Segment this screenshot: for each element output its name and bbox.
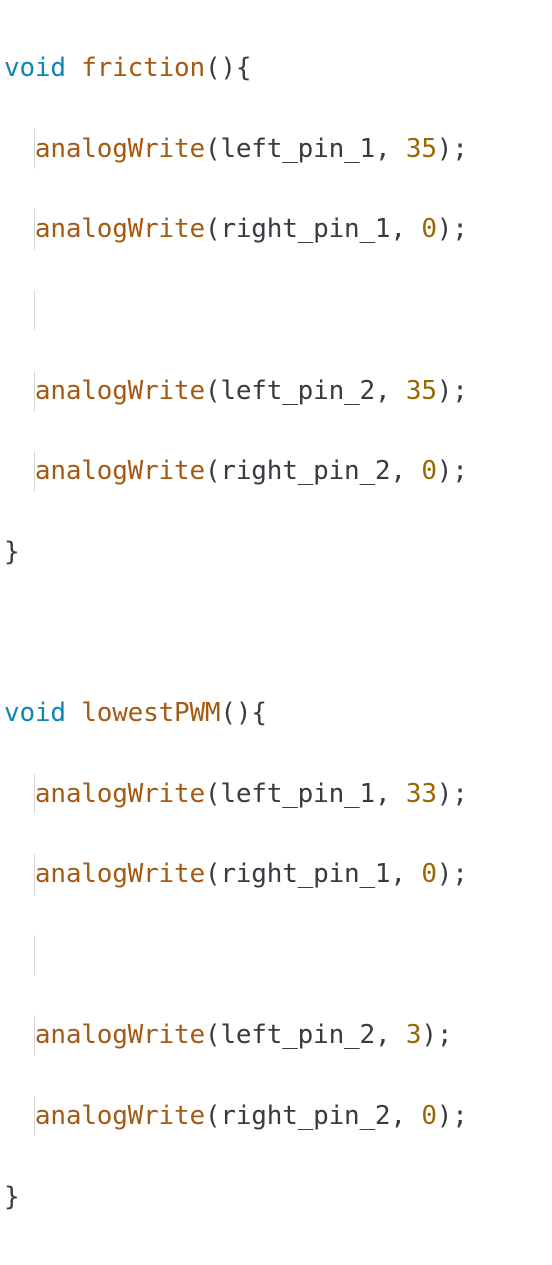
number-literal: 35 bbox=[406, 376, 437, 406]
comma: , bbox=[375, 779, 390, 809]
paren-open: ( bbox=[205, 1020, 220, 1050]
semicolon: ; bbox=[452, 376, 467, 406]
code-line: analogWrite(right_pin_2, 0); bbox=[4, 1096, 548, 1136]
code-line-blank bbox=[4, 612, 548, 652]
brace-close: } bbox=[4, 1182, 19, 1212]
number-literal: 35 bbox=[406, 134, 437, 164]
code-snippet: void friction(){ analogWrite(left_pin_1,… bbox=[4, 8, 548, 1257]
code-line: } bbox=[4, 1177, 548, 1217]
identifier: right_pin_1 bbox=[220, 214, 390, 244]
paren-open: ( bbox=[205, 134, 220, 164]
code-line: analogWrite(right_pin_2, 0); bbox=[4, 451, 548, 491]
indent-guide bbox=[34, 129, 35, 169]
indent-guide bbox=[34, 1096, 35, 1136]
comma: , bbox=[375, 134, 390, 164]
indent-guide bbox=[34, 451, 35, 491]
comma: , bbox=[390, 1101, 405, 1131]
semicolon: ; bbox=[452, 1101, 467, 1131]
paren-close: ) bbox=[236, 698, 251, 728]
paren-close: ) bbox=[421, 1020, 436, 1050]
semicolon: ; bbox=[452, 134, 467, 164]
keyword-type: void bbox=[4, 53, 66, 83]
code-line: void lowestPWM(){ bbox=[4, 693, 548, 733]
function-call: analogWrite bbox=[35, 779, 205, 809]
code-line: analogWrite(left_pin_1, 33); bbox=[4, 774, 548, 814]
indent-guide bbox=[34, 774, 35, 814]
semicolon: ; bbox=[452, 779, 467, 809]
paren-open: ( bbox=[205, 53, 220, 83]
function-call: analogWrite bbox=[35, 376, 205, 406]
paren-open: ( bbox=[205, 1101, 220, 1131]
identifier: right_pin_2 bbox=[220, 1101, 390, 1131]
function-call: analogWrite bbox=[35, 1101, 205, 1131]
number-literal: 33 bbox=[406, 779, 437, 809]
function-call: analogWrite bbox=[35, 134, 205, 164]
number-literal: 0 bbox=[421, 456, 436, 486]
function-call: analogWrite bbox=[35, 456, 205, 486]
paren-close: ) bbox=[437, 1101, 452, 1131]
comma: , bbox=[375, 376, 390, 406]
semicolon: ; bbox=[452, 859, 467, 889]
brace-open: { bbox=[236, 53, 251, 83]
paren-open: ( bbox=[205, 376, 220, 406]
paren-close: ) bbox=[437, 859, 452, 889]
indent-guide bbox=[34, 1015, 35, 1055]
paren-close: ) bbox=[437, 456, 452, 486]
semicolon: ; bbox=[452, 456, 467, 486]
code-line-blank bbox=[4, 935, 548, 975]
semicolon: ; bbox=[437, 1020, 452, 1050]
code-line: analogWrite(left_pin_1, 35); bbox=[4, 129, 548, 169]
indent-guide bbox=[34, 371, 35, 411]
paren-close: ) bbox=[437, 214, 452, 244]
paren-close: ) bbox=[437, 779, 452, 809]
indent-guide bbox=[34, 854, 35, 894]
comma: , bbox=[375, 1020, 390, 1050]
keyword-type: void bbox=[4, 698, 66, 728]
number-literal: 0 bbox=[421, 214, 436, 244]
paren-close: ) bbox=[437, 134, 452, 164]
paren-open: ( bbox=[205, 214, 220, 244]
paren-open: ( bbox=[205, 456, 220, 486]
code-line: analogWrite(right_pin_1, 0); bbox=[4, 854, 548, 894]
code-line: analogWrite(left_pin_2, 3); bbox=[4, 1015, 548, 1055]
function-call: analogWrite bbox=[35, 859, 205, 889]
indent-guide bbox=[34, 290, 35, 330]
number-literal: 0 bbox=[421, 859, 436, 889]
paren-close: ) bbox=[437, 376, 452, 406]
number-literal: 0 bbox=[421, 1101, 436, 1131]
comma: , bbox=[390, 214, 405, 244]
code-line-blank bbox=[4, 290, 548, 330]
indent-guide bbox=[34, 935, 35, 975]
identifier: right_pin_1 bbox=[220, 859, 390, 889]
function-name: friction bbox=[81, 53, 205, 83]
brace-open: { bbox=[251, 698, 266, 728]
function-name: lowestPWM bbox=[81, 698, 220, 728]
paren-close: ) bbox=[220, 53, 235, 83]
identifier: left_pin_2 bbox=[220, 376, 375, 406]
identifier: right_pin_2 bbox=[220, 456, 390, 486]
code-line: analogWrite(left_pin_2, 35); bbox=[4, 371, 548, 411]
paren-open: ( bbox=[220, 698, 235, 728]
function-call: analogWrite bbox=[35, 1020, 205, 1050]
identifier: left_pin_1 bbox=[220, 134, 375, 164]
number-literal: 3 bbox=[406, 1020, 421, 1050]
code-line: analogWrite(right_pin_1, 0); bbox=[4, 209, 548, 249]
identifier: left_pin_1 bbox=[220, 779, 375, 809]
code-line: void friction(){ bbox=[4, 48, 548, 88]
code-line: } bbox=[4, 532, 548, 572]
paren-open: ( bbox=[205, 859, 220, 889]
semicolon: ; bbox=[452, 214, 467, 244]
identifier: left_pin_2 bbox=[220, 1020, 375, 1050]
paren-open: ( bbox=[205, 779, 220, 809]
function-call: analogWrite bbox=[35, 214, 205, 244]
brace-close: } bbox=[4, 537, 19, 567]
comma: , bbox=[390, 859, 405, 889]
comma: , bbox=[390, 456, 405, 486]
indent-guide bbox=[34, 209, 35, 249]
